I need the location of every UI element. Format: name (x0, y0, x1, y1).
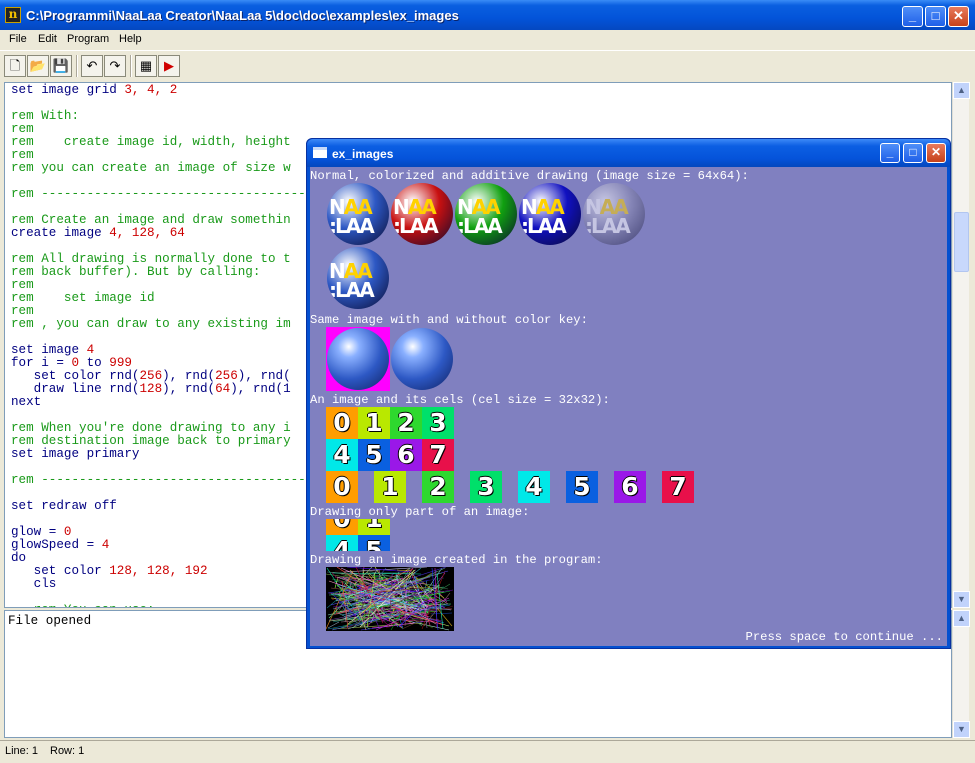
cel-tile: 1 (374, 471, 406, 503)
code-line: rem You can use: (11, 604, 155, 608)
compile-icon[interactable]: ▦ (135, 55, 157, 77)
naalaa-logo-ball-image: NAA:LAA (391, 183, 453, 245)
cel-tile: 5 (566, 471, 598, 503)
cel-tile: 3 (470, 471, 502, 503)
toolbar-separator (76, 55, 78, 77)
code-line: create image 4, 128, 64 (11, 226, 185, 240)
cel-tile: 2 (390, 407, 422, 439)
cel-tile: 6 (390, 439, 422, 471)
open-folder-icon[interactable]: 📂 (27, 55, 49, 77)
toolbar: 🗋 📂 💾 ↶ ↷ ▦ ▶ (0, 50, 975, 80)
maximize-button[interactable]: □ (925, 6, 946, 27)
window-icon (313, 147, 327, 158)
status-row: Row: 1 (50, 745, 85, 757)
editor-vertical-scrollbar[interactable]: ▲ ▼ (952, 82, 970, 608)
menu-file[interactable]: File (9, 33, 27, 45)
code-line: rem , you can draw to any existing im (11, 317, 291, 331)
cel-tile: 7 (422, 439, 454, 471)
redo-icon[interactable]: ↷ (104, 55, 126, 77)
output-vertical-scrollbar[interactable]: ▲ ▼ (952, 610, 970, 738)
ex-images-title-bar[interactable]: ex_images _ □ ✕ (307, 139, 950, 167)
cel-tile: 0 (326, 471, 358, 503)
logo-text-bottom: :LAA (329, 278, 375, 302)
partial-image-draw: 0145 (326, 519, 390, 551)
code-line: rem ----------------------------------- (11, 187, 306, 201)
label-created-image: Drawing an image created in the program: (310, 553, 603, 567)
code-line: rem back buffer). But by calling: (11, 265, 261, 279)
cel-tile-partial: 0 (326, 519, 358, 535)
output-scroll-down-arrow-icon[interactable]: ▼ (953, 721, 970, 738)
naalaa-logo-ball-image: NAA:LAA (455, 183, 517, 245)
toolbar-separator (130, 55, 132, 77)
scroll-up-arrow-icon[interactable]: ▲ (953, 82, 970, 99)
child-minimize-button[interactable]: _ (880, 143, 900, 163)
logo-text-bottom: :LAA (585, 214, 631, 238)
cel-tile: 3 (422, 407, 454, 439)
code-line: draw line rnd(128), rnd(64), rnd(1 (11, 382, 291, 396)
sphere-image (327, 328, 389, 390)
cel-tile: 1 (358, 407, 390, 439)
window-title: C:\Programmi\NaaLaa Creator\NaaLaa 5\doc… (26, 8, 459, 23)
cel-tile: 5 (358, 439, 390, 471)
status-bar: Line: 1 Row: 1 (0, 740, 975, 763)
cel-tile: 7 (662, 471, 694, 503)
code-line: set image primary (11, 447, 140, 461)
code-line: rem ----------------------------------- (11, 473, 306, 487)
cel-tile: 0 (326, 407, 358, 439)
menu-program[interactable]: Program (67, 33, 109, 45)
label-normal-drawing: Normal, colorized and additive drawing (… (310, 169, 749, 183)
cel-tile: 4 (518, 471, 550, 503)
run-icon[interactable]: ▶ (158, 55, 180, 77)
code-line: set redraw off (11, 499, 117, 513)
press-space-prompt: Press space to continue ... (745, 630, 943, 644)
naalaa-logo-ball-image: NAA:LAA (327, 183, 389, 245)
random-lines-image (326, 567, 454, 631)
code-line: next (11, 395, 42, 409)
label-part-image: Drawing only part of an image: (310, 505, 530, 519)
code-line: rem you can create an image of size w (11, 161, 291, 175)
colorkey-image-with-key (326, 327, 390, 391)
status-line: Line: 1 (5, 745, 39, 757)
ex-images-window[interactable]: ex_images _ □ ✕ Normal, colorized and ad… (306, 138, 951, 649)
code-line: set image grid 3, 4, 2 (11, 83, 178, 97)
menu-help[interactable]: Help (119, 33, 142, 45)
menu-bar: File Edit Program Help (0, 30, 975, 50)
naalaa-logo-ball-image: NAA:LAA (583, 183, 645, 245)
code-line: rem create image id, width, height (11, 135, 291, 149)
colorkey-image-without-key (391, 328, 453, 390)
scroll-thumb[interactable] (954, 212, 969, 272)
ex-images-title: ex_images (332, 147, 394, 161)
child-close-button[interactable]: ✕ (926, 143, 946, 163)
minimize-button[interactable]: _ (902, 6, 923, 27)
output-text: File opened (8, 614, 92, 628)
new-file-icon[interactable]: 🗋 (4, 55, 26, 77)
undo-icon[interactable]: ↶ (81, 55, 103, 77)
code-line: cls (11, 577, 57, 591)
label-color-key: Same image with and without color key: (310, 313, 588, 327)
scroll-down-arrow-icon[interactable]: ▼ (953, 591, 970, 608)
save-icon[interactable]: 💾 (50, 55, 72, 77)
menu-edit[interactable]: Edit (38, 33, 57, 45)
close-button[interactable]: ✕ (948, 6, 969, 27)
naalaa-logo-ball-image: NAA:LAA (519, 183, 581, 245)
cel-tile-partial: 4 (326, 535, 358, 551)
cel-tile: 2 (422, 471, 454, 503)
cel-tile: 6 (614, 471, 646, 503)
cel-tile-partial: 5 (358, 535, 390, 551)
logo-text-bottom: :LAA (393, 214, 439, 238)
naalaa-logo-ball-image: NAA:LAA (327, 247, 389, 309)
render-canvas[interactable]: Normal, colorized and additive drawing (… (310, 167, 947, 646)
main-title-bar[interactable]: n C:\Programmi\NaaLaa Creator\NaaLaa 5\d… (0, 0, 975, 30)
output-scroll-up-arrow-icon[interactable]: ▲ (953, 610, 970, 627)
logo-text-bottom: :LAA (521, 214, 567, 238)
logo-text-bottom: :LAA (329, 214, 375, 238)
logo-text-bottom: :LAA (457, 214, 503, 238)
child-maximize-button[interactable]: □ (903, 143, 923, 163)
naalaa-app-icon: n (5, 7, 21, 23)
label-cels: An image and its cels (cel size = 32x32)… (310, 393, 610, 407)
cel-tile-partial: 1 (358, 519, 390, 535)
cel-tile: 4 (326, 439, 358, 471)
